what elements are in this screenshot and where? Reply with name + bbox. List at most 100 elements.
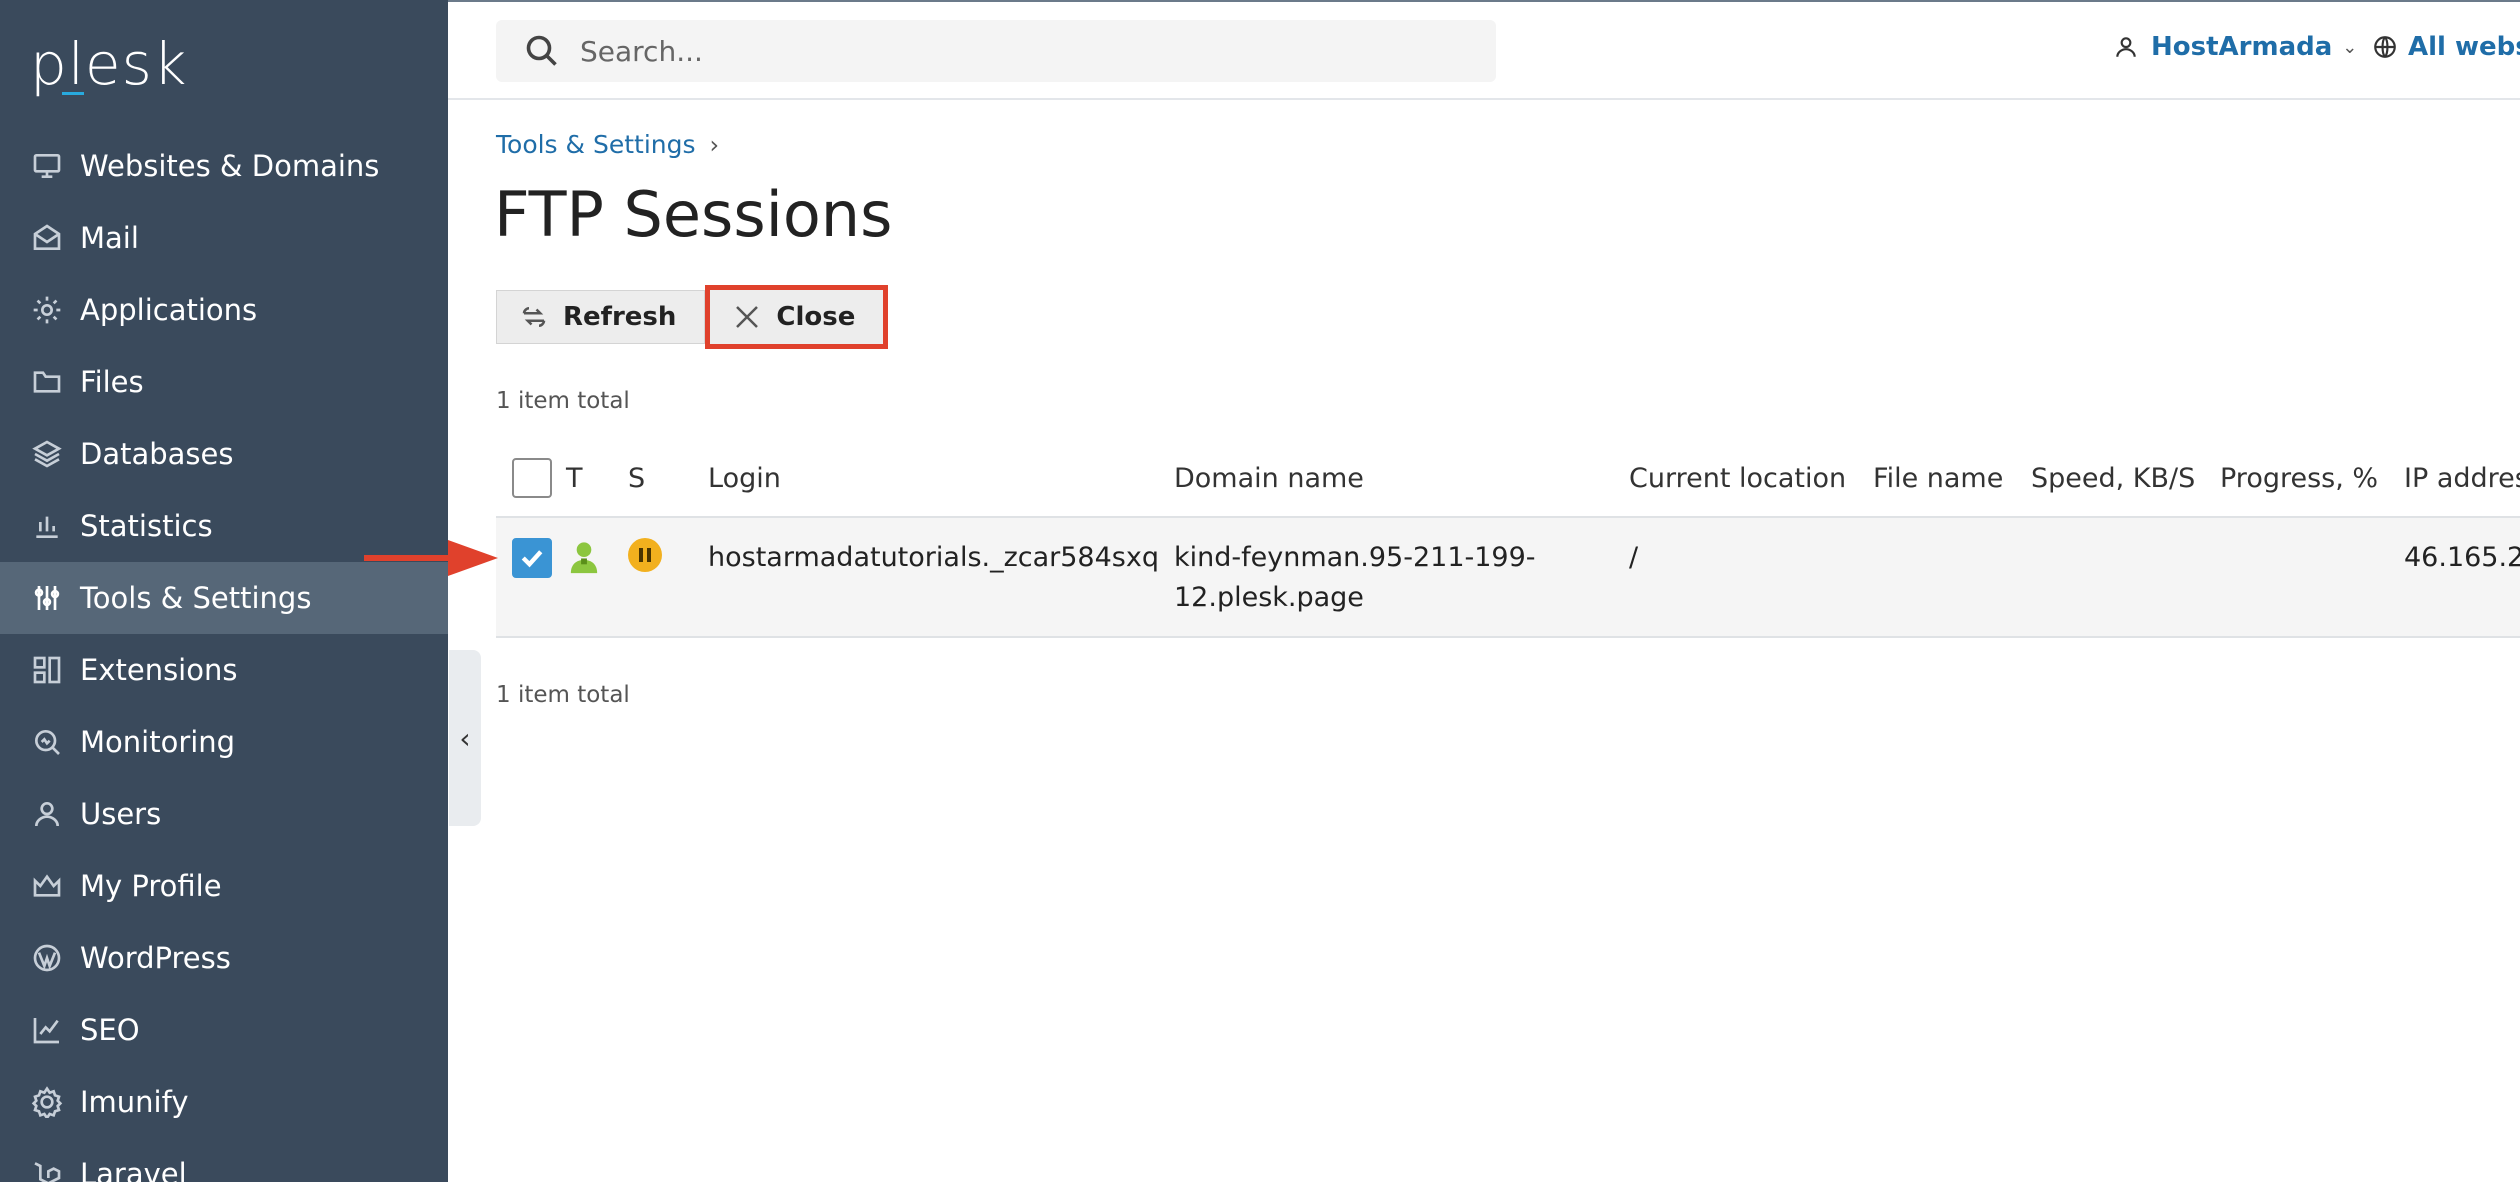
row-domain-line1: kind-feynman.95-211-199- — [1174, 542, 1536, 573]
ftp-user-type-icon — [566, 538, 628, 588]
sidebar-item-label: My Profile — [80, 869, 222, 903]
gear-icon — [30, 293, 64, 327]
sidebar-item-mail[interactable]: Mail — [0, 202, 448, 274]
refresh-button-label: Refresh — [563, 302, 677, 332]
close-button-highlight: Close — [705, 285, 889, 349]
globe-icon — [2374, 36, 2396, 58]
sidebar-item-label: Databases — [80, 437, 234, 471]
sidebar-item-imunify[interactable]: Imunify — [0, 1066, 448, 1138]
row-domain-line2: 12.plesk.page — [1174, 582, 1364, 613]
sidebar-nav: Websites & Domains Mail Applications Fil… — [0, 130, 448, 1182]
sidebar-collapse-toggle[interactable]: ‹ — [449, 650, 481, 826]
sidebar-item-extensions[interactable]: Extensions — [0, 634, 448, 706]
row-domain: kind-feynman.95-211-199- 12.plesk.page — [1174, 538, 1629, 618]
breadcrumb-link-tools-settings[interactable]: Tools & Settings — [496, 130, 696, 159]
row-checkbox[interactable] — [512, 538, 552, 578]
seo-icon — [30, 1013, 64, 1047]
sidebar-item-label: Laravel — [80, 1157, 187, 1182]
sidebar-item-laravel[interactable]: Laravel — [0, 1138, 448, 1182]
sidebar-item-label: Monitoring — [80, 725, 236, 759]
logo-underline — [62, 92, 84, 95]
refresh-button[interactable]: Refresh — [496, 290, 706, 344]
mail-icon — [30, 221, 64, 255]
extensions-icon — [30, 653, 64, 687]
search-icon — [526, 35, 557, 66]
row-login: hostarmadatutorials._zcar584sxq — [708, 542, 1159, 573]
user-icon — [30, 797, 64, 831]
sidebar-item-seo[interactable]: SEO — [0, 994, 448, 1066]
column-header-progress[interactable]: Progress, % — [2220, 463, 2404, 494]
sidebar-item-my-profile[interactable]: My Profile — [0, 850, 448, 922]
row-select-cell — [496, 538, 566, 578]
sidebar-item-websites-domains[interactable]: Websites & Domains — [0, 130, 448, 202]
breadcrumb: Tools & Settings › — [496, 130, 719, 159]
sidebar-item-label: WordPress — [80, 941, 231, 975]
folder-icon — [30, 365, 64, 399]
close-button-label: Close — [776, 302, 856, 332]
close-button[interactable]: Close — [710, 290, 884, 344]
monitoring-icon — [30, 725, 64, 759]
sidebar-item-label: Users — [80, 797, 162, 831]
sidebar-item-label: Mail — [80, 221, 139, 255]
item-count-top: 1 item total — [496, 388, 630, 414]
sidebar-item-label: Tools & Settings — [80, 581, 312, 615]
user-menu[interactable]: HostArmada ⌄ — [2113, 32, 2357, 62]
column-header-speed[interactable]: Speed, KB/S — [2031, 463, 2220, 494]
item-count-bottom: 1 item total — [496, 682, 630, 708]
column-header-type[interactable]: T — [566, 463, 628, 494]
column-header-location[interactable]: Current location — [1629, 463, 1873, 494]
sidebar-item-label: Extensions — [80, 653, 238, 687]
column-header-domain[interactable]: Domain name — [1174, 463, 1629, 494]
page-title: FTP Sessions — [494, 178, 893, 251]
sidebar-item-wordpress[interactable]: WordPress — [0, 922, 448, 994]
row-ip: 46.165.2 — [2404, 542, 2520, 573]
row-location: / — [1629, 542, 1639, 573]
sidebar-item-label: Applications — [80, 293, 258, 327]
toolbar: Refresh Close — [496, 285, 889, 354]
chevron-left-icon: ‹ — [459, 721, 471, 755]
webspaces-menu-label: All websp — [2408, 32, 2520, 62]
monitor-icon — [30, 149, 64, 183]
sliders-icon — [30, 581, 64, 615]
pause-status-icon — [628, 538, 662, 572]
database-icon — [30, 437, 64, 471]
chevron-right-icon: › — [709, 130, 720, 159]
user-menu-label: HostArmada — [2151, 32, 2333, 62]
sidebar-item-users[interactable]: Users — [0, 778, 448, 850]
annotation-arrow-icon — [364, 540, 498, 576]
ftp-sessions-table: T S Login Domain name Current location F… — [496, 440, 2520, 638]
column-header-ip[interactable]: IP addres — [2404, 463, 2520, 494]
sidebar-item-applications[interactable]: Applications — [0, 274, 448, 346]
webspaces-menu[interactable]: All websp — [2372, 32, 2520, 62]
sidebar-item-label: SEO — [80, 1013, 140, 1047]
column-header-status[interactable]: S — [628, 463, 708, 494]
column-header-file[interactable]: File name — [1873, 463, 2031, 494]
laravel-icon — [30, 1157, 64, 1182]
top-bar: HostArmada ⌄ All websp — [448, 0, 2520, 100]
chevron-down-icon: ⌄ — [2342, 36, 2358, 58]
checkmark-icon — [521, 550, 543, 568]
plesk-logo[interactable]: plesk — [30, 24, 187, 104]
shield-gear-icon — [30, 1085, 64, 1119]
close-icon — [736, 306, 759, 328]
sidebar-item-label: Statistics — [80, 509, 213, 543]
user-icon — [2116, 37, 2136, 57]
sidebar-item-label: Websites & Domains — [80, 149, 380, 183]
refresh-icon — [522, 307, 546, 327]
sidebar-item-label: Files — [80, 365, 144, 399]
search-box[interactable] — [496, 20, 1496, 82]
table-header: T S Login Domain name Current location F… — [496, 440, 2520, 516]
sidebar-item-files[interactable]: Files — [0, 346, 448, 418]
sidebar-item-databases[interactable]: Databases — [0, 418, 448, 490]
crown-icon — [30, 869, 64, 903]
sidebar-item-label: Imunify — [80, 1085, 189, 1119]
sidebar-item-monitoring[interactable]: Monitoring — [0, 706, 448, 778]
table-row[interactable]: hostarmadatutorials._zcar584sxq kind-fey… — [496, 516, 2520, 638]
session-status-cell — [628, 538, 708, 572]
column-header-login[interactable]: Login — [708, 463, 1174, 494]
select-all-checkbox[interactable] — [512, 458, 552, 498]
search-input[interactable] — [580, 34, 1430, 68]
sidebar: plesk Websites & Domains Mail Applicatio… — [0, 0, 448, 1182]
select-all-cell — [496, 458, 566, 498]
wordpress-icon — [30, 941, 64, 975]
